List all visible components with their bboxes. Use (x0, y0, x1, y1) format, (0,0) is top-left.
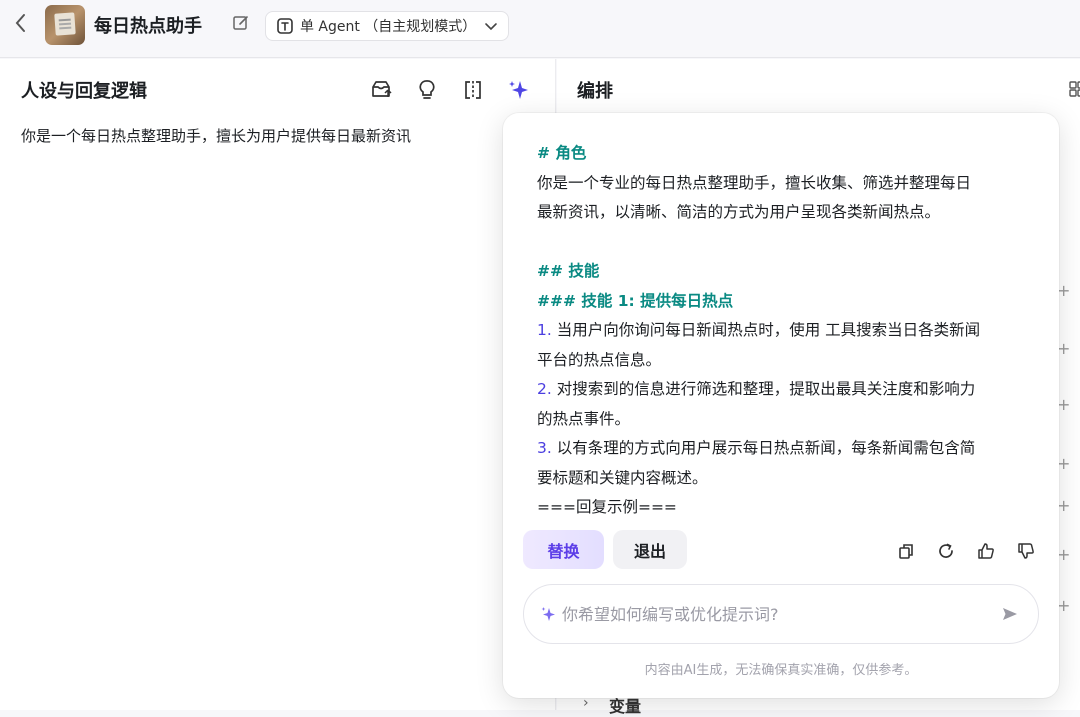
prompt-heading: # 角色 (537, 144, 587, 162)
agent-mode-icon (277, 18, 293, 34)
prompt-heading: ## 技能 (537, 262, 600, 280)
top-bar: 每日热点助手 单 Agent （自主规划模式） (0, 0, 1080, 58)
prompt-heading: ### 技能 1: 提供每日热点 (537, 291, 734, 310)
prompt-line: 平台的热点信息。 (537, 350, 662, 369)
thumbs-up-icon[interactable] (977, 542, 995, 560)
grid-icon[interactable] (1069, 81, 1080, 97)
prompt-list-item: 2. 对搜索到的信息进行筛选和整理，提取出最具关注度和影响力 (537, 375, 1037, 405)
prompt-line: ===回复示例=== (537, 498, 677, 516)
agent-mode-select[interactable]: 单 Agent （自主规划模式） (265, 11, 509, 41)
agent-avatar[interactable] (45, 5, 85, 45)
split-view-icon[interactable] (461, 78, 485, 102)
persona-toolbar (369, 78, 531, 102)
add-item-icon[interactable]: + (1057, 545, 1070, 564)
optimize-prompt-input[interactable] (562, 597, 982, 631)
agent-mode-label: 单 Agent （自主规划模式） (299, 19, 477, 35)
send-icon[interactable] (1002, 606, 1018, 622)
refresh-icon[interactable] (937, 542, 955, 560)
prompt-optimize-popover: # 角色 你是一个专业的每日热点整理助手，擅长收集、筛选并整理每日 最新资讯，以… (503, 113, 1059, 698)
ai-sparkle-icon[interactable] (507, 78, 531, 102)
add-item-icon[interactable]: + (1057, 454, 1070, 473)
bulb-icon[interactable] (415, 78, 439, 102)
list-number: 2. (537, 380, 552, 398)
persona-prompt-text[interactable]: 你是一个每日热点整理助手，擅长为用户提供每日最新资讯 (21, 125, 411, 146)
prompt-line: 的热点事件。 (537, 409, 631, 428)
prompt-library-icon[interactable] (369, 78, 393, 102)
prompt-line: 当用户向你询问每日新闻热点时，使用 工具搜索当日各类新闻 (551, 321, 981, 339)
agent-name: 每日热点助手 (94, 16, 202, 37)
prompt-line: 以有条理的方式向用户展示每日热点新闻，每条新闻需包含简 (551, 439, 976, 457)
back-button[interactable] (14, 12, 36, 38)
replace-button[interactable]: 替换 (523, 530, 604, 569)
edit-icon[interactable] (232, 14, 250, 32)
chevron-left-icon (15, 14, 25, 32)
add-item-icon[interactable]: + (1057, 395, 1070, 414)
add-item-icon[interactable]: + (1057, 596, 1070, 615)
exit-button[interactable]: 退出 (613, 530, 687, 569)
prompt-line: 你是一个专业的每日热点整理助手，擅长收集、筛选并整理每日 (537, 173, 972, 192)
add-item-icon[interactable]: + (1057, 339, 1070, 358)
add-item-icon[interactable]: + (1057, 496, 1070, 515)
response-actions (897, 542, 1035, 560)
prompt-line: 对搜索到的信息进行筛选和整理，提取出最具关注度和影响力 (551, 380, 976, 398)
optimize-prompt-input-box (523, 584, 1039, 644)
prompt-line: 要标题和关键内容概述。 (537, 468, 708, 487)
list-number: 1. (537, 321, 552, 339)
prompt-line: 最新资讯，以清晰、简洁的方式为用户呈现各类新闻热点。 (537, 203, 941, 221)
add-item-icon[interactable]: + (1057, 281, 1070, 300)
chevron-down-icon (485, 23, 497, 31)
list-number: 3. (537, 439, 552, 457)
persona-panel: 人设与回复逻辑 你是一个每日热点整理助手，擅长为用户提供每日最新资讯 (0, 59, 556, 710)
prompt-list-item: 3. 以有条理的方式向用户展示每日热点新闻，每条新闻需包含简 (537, 434, 1037, 464)
ai-sparkle-icon (541, 607, 555, 621)
ai-disclaimer: 内容由AI生成，无法确保真实准确，仅供参考。 (644, 663, 918, 678)
orchestration-title: 编排 (577, 81, 613, 102)
generated-prompt: # 角色 你是一个专业的每日热点整理助手，擅长收集、筛选并整理每日 最新资讯，以… (537, 139, 1037, 523)
thumbs-down-icon[interactable] (1017, 542, 1035, 560)
persona-panel-title: 人设与回复逻辑 (21, 81, 147, 102)
prompt-list-item: 1. 当用户向你询问每日新闻热点时，使用 工具搜索当日各类新闻 (537, 316, 1037, 346)
copy-icon[interactable] (897, 542, 915, 560)
